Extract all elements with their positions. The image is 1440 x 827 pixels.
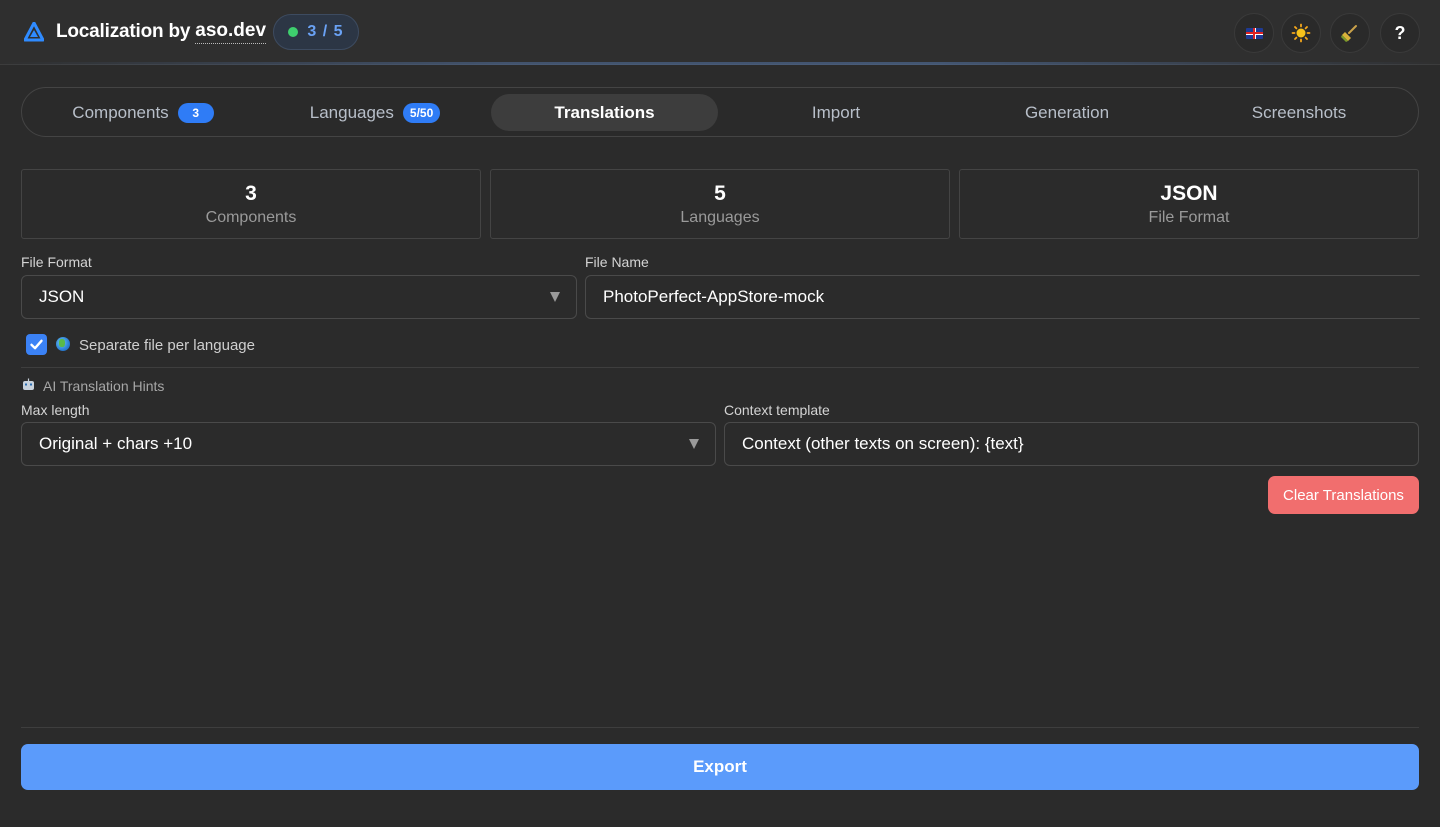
app-header: Localization by aso.dev 3 / 5 ? <box>0 0 1440 65</box>
max-length-label: Max length <box>21 402 90 418</box>
file-name-input[interactable]: PhotoPerfect-AppStore-mock <box>585 275 1420 319</box>
section-divider <box>21 367 1419 368</box>
app-window: Localization by aso.dev 3 / 5 ? Componen… <box>0 0 1440 827</box>
tab-label: Screenshots <box>1251 102 1347 122</box>
separate-file-checkbox[interactable] <box>26 334 47 355</box>
brand: Localization by aso.dev <box>24 20 267 44</box>
tab-screenshots[interactable]: Screenshots <box>1186 94 1412 131</box>
uk-flag-icon <box>1245 27 1263 39</box>
context-template-input[interactable]: Context (other texts on screen): {text} <box>724 422 1419 466</box>
stat-card-components: 3 Components <box>21 169 481 239</box>
tab-label: Import <box>811 102 861 122</box>
file-format-label: File Format <box>21 254 92 270</box>
brand-logo-icon <box>24 22 44 42</box>
tab-languages[interactable]: Languages 5/50 <box>262 94 488 131</box>
file-name-label: File Name <box>585 254 649 270</box>
context-template-label: Context template <box>724 402 830 418</box>
tab-generation[interactable]: Generation <box>954 94 1180 131</box>
count-badge: 3 <box>177 102 214 123</box>
context-template-value: Context (other texts on screen): {text} <box>742 434 1024 453</box>
help-button[interactable]: ? <box>1380 13 1420 53</box>
brand-link[interactable]: aso.dev <box>195 20 267 44</box>
tab-label: Languages <box>309 102 394 122</box>
file-name-value: PhotoPerfect-AppStore-mock <box>603 287 825 306</box>
sun-icon <box>1291 23 1311 43</box>
ai-hints-label: AI Translation Hints <box>43 378 165 394</box>
export-button[interactable]: Export <box>21 744 1419 790</box>
file-format-value: JSON <box>39 287 85 306</box>
file-format-select[interactable]: JSON <box>21 275 577 319</box>
max-length-select[interactable]: Original + chars +10 <box>21 422 716 466</box>
stat-value: 3 <box>245 181 257 205</box>
tab-components[interactable]: Components 3 <box>30 94 256 131</box>
clean-button[interactable] <box>1330 13 1370 53</box>
globe-icon <box>56 337 70 351</box>
stat-card-languages: 5 Languages <box>490 169 950 239</box>
stat-value: 5 <box>714 181 726 205</box>
chevron-down-icon <box>689 439 699 449</box>
stat-label: Languages <box>680 208 760 226</box>
stat-card-file-format: JSON File Format <box>959 169 1419 239</box>
tab-label: Components <box>72 102 169 122</box>
tab-label: Translations <box>554 102 655 122</box>
max-length-value: Original + chars +10 <box>39 434 193 453</box>
chevron-down-icon <box>550 292 560 302</box>
tab-translations[interactable]: Translations <box>491 94 718 131</box>
help-icon: ? <box>1394 22 1406 43</box>
robot-icon <box>23 378 34 390</box>
broom-icon <box>1341 25 1357 42</box>
progress-text: 3 / 5 <box>307 23 344 40</box>
separate-file-label: Separate file per language <box>79 337 255 354</box>
app-title: Localization by <box>56 21 191 42</box>
checkmark-icon <box>30 339 43 350</box>
tab-label: Generation <box>1024 102 1110 122</box>
header-accent-line <box>0 62 1440 65</box>
tab-bar: Components 3 Languages 5/50 Translations… <box>21 87 1419 137</box>
count-badge: 5/50 <box>402 102 441 123</box>
status-dot <box>288 27 299 37</box>
progress-badge: 3 / 5 <box>273 14 359 50</box>
stat-label: File Format <box>1148 208 1230 226</box>
stat-label: Components <box>205 208 297 226</box>
tab-import[interactable]: Import <box>723 94 949 131</box>
footer-divider <box>21 727 1419 728</box>
language-button[interactable] <box>1234 13 1274 53</box>
stat-value: JSON <box>1160 181 1218 205</box>
clear-translations-button[interactable]: Clear Translations <box>1268 476 1419 514</box>
theme-toggle-button[interactable] <box>1281 13 1321 53</box>
